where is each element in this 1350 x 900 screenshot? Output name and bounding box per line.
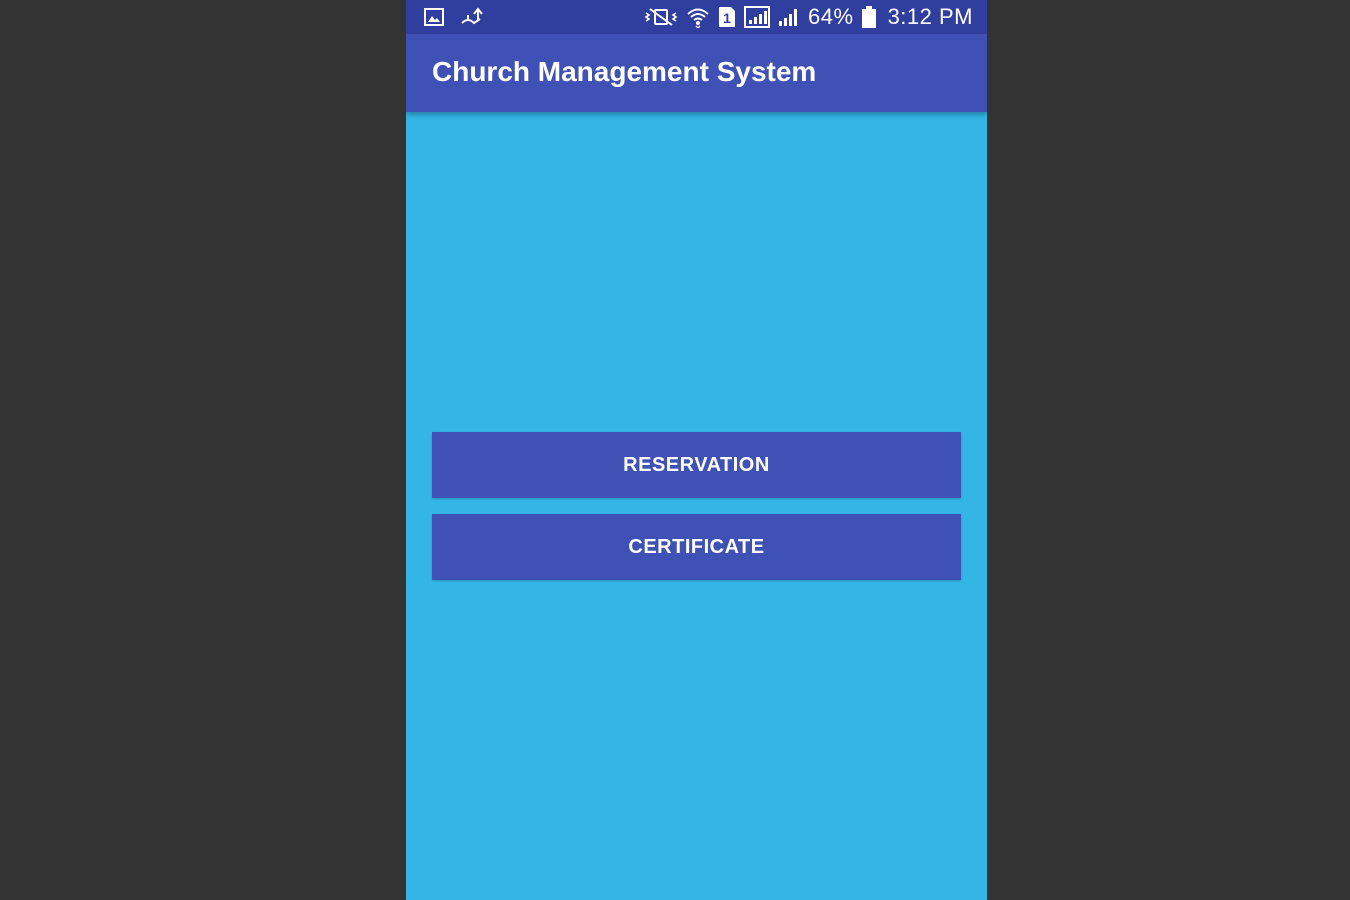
svg-text:1: 1 bbox=[723, 10, 731, 26]
phone-screen: 1 64% 3:12 PM Church Management System R… bbox=[406, 0, 987, 900]
vibrate-mute-icon bbox=[644, 7, 678, 27]
clock: 3:12 PM bbox=[887, 4, 973, 29]
wifi-icon bbox=[686, 6, 710, 28]
sim1-icon: 1 bbox=[718, 6, 736, 28]
battery-icon bbox=[861, 6, 876, 28]
status-bar-left bbox=[424, 6, 486, 28]
reservation-button[interactable]: RESERVATION bbox=[432, 432, 961, 498]
status-bar-right: 1 64% 3:12 PM bbox=[644, 0, 973, 34]
signal-sim1-icon bbox=[744, 6, 771, 28]
usb-upload-icon bbox=[460, 7, 486, 27]
app-title: Church Management System bbox=[432, 56, 817, 87]
battery-percent: 64% bbox=[808, 4, 854, 29]
certificate-button[interactable]: CERTIFICATE bbox=[432, 514, 961, 580]
status-bar: 1 64% 3:12 PM bbox=[406, 0, 987, 34]
signal-sim2-icon bbox=[778, 7, 800, 27]
app-bar: Church Management System bbox=[406, 34, 987, 112]
image-icon bbox=[424, 8, 444, 26]
